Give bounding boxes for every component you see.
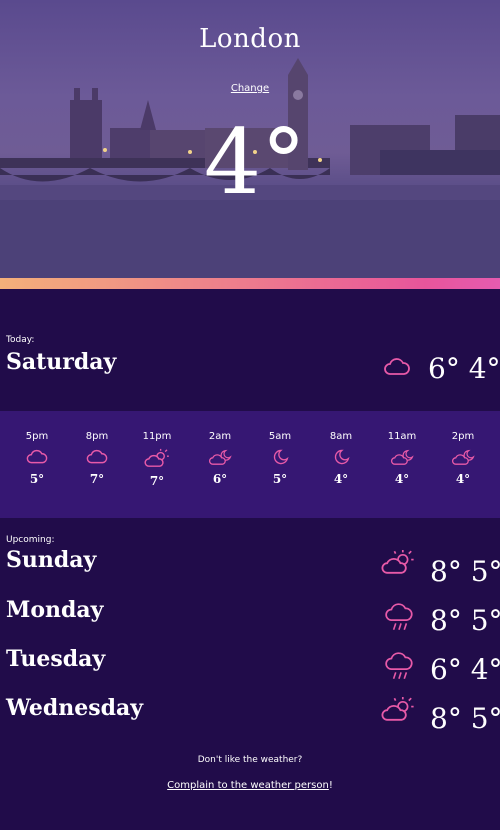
- hour-item: 5am 5°: [255, 431, 305, 486]
- hour-item: 5pm 5°: [12, 431, 62, 486]
- hour-temp: 4°: [455, 472, 471, 486]
- upcoming-day-tuesday: Tuesday: [6, 646, 106, 672]
- rain-cloud-icon: [385, 603, 413, 630]
- cloud-icon: [86, 449, 108, 464]
- partly-cloudy-sun-icon: [381, 550, 414, 574]
- accent-gradient-bar: [0, 278, 500, 289]
- footer-question: Don't like the weather?: [197, 755, 303, 765]
- hour-temp: 4°: [394, 472, 410, 486]
- upcoming-day-wednesday: Wednesday: [6, 695, 144, 721]
- rain-cloud-icon: [385, 652, 413, 679]
- hour-temp: 6°: [212, 472, 228, 486]
- upcoming-low: 5°: [470, 555, 500, 588]
- today-day: Saturday: [6, 349, 117, 375]
- today-temperatures: 6° 4°: [428, 352, 500, 385]
- today-label: Today:: [6, 335, 35, 345]
- hour-time: 11pm: [142, 431, 172, 442]
- hour-temp: 7°: [149, 474, 165, 488]
- hour-item: 11pm 7°: [132, 431, 182, 488]
- hour-time: 11am: [387, 431, 417, 442]
- footer-complaint: Complain to the weather person!: [0, 780, 500, 791]
- cloud-icon: [26, 449, 48, 464]
- upcoming-high: 8°: [430, 555, 462, 588]
- change-city-link[interactable]: Change: [0, 83, 500, 94]
- hour-temp: 5°: [29, 472, 45, 486]
- upcoming-day-monday: Monday: [6, 597, 104, 623]
- hour-time: 8pm: [85, 431, 109, 442]
- hour-time: 5am: [268, 431, 292, 442]
- current-temperature: 4°: [203, 110, 307, 215]
- today-low: 4°: [468, 352, 500, 385]
- hour-time: 5pm: [25, 431, 49, 442]
- partly-cloudy-moon-icon: [452, 449, 475, 465]
- upcoming-temps: 8° 5°: [430, 555, 500, 588]
- hour-time: 2am: [208, 431, 232, 442]
- hour-temp: 4°: [333, 472, 349, 486]
- hour-time: 2pm: [451, 431, 475, 442]
- moon-icon: [273, 449, 289, 465]
- upcoming-high: 8°: [430, 702, 462, 735]
- partly-cloudy-moon-icon: [209, 449, 232, 465]
- hero-banner: London Change 4°: [0, 0, 500, 278]
- upcoming-high: 6°: [430, 653, 462, 686]
- upcoming-high: 8°: [430, 604, 462, 637]
- hour-temp: 7°: [89, 472, 105, 486]
- hour-item: 2am 6°: [195, 431, 245, 486]
- partly-cloudy-moon-icon: [391, 449, 414, 465]
- upcoming-temps: 6° 4°: [430, 653, 500, 686]
- hour-item: 8am 4°: [316, 431, 366, 486]
- upcoming-low: 5°: [470, 702, 500, 735]
- cloud-icon: [382, 354, 412, 384]
- upcoming-day-sunday: Sunday: [6, 547, 97, 573]
- complain-suffix: !: [328, 780, 333, 791]
- partly-cloudy-sun-icon: [381, 697, 414, 721]
- partly-cloudy-sun-icon: [144, 448, 169, 467]
- complain-link[interactable]: Complain to the weather person: [167, 780, 329, 791]
- city-name: London: [199, 24, 301, 54]
- moon-icon: [334, 449, 350, 465]
- upcoming-label: Upcoming:: [6, 535, 55, 545]
- hourly-forecast: 5pm 5° 8pm 7° 11pm 7° 2am 6° 5am 5° 8am …: [0, 411, 500, 518]
- upcoming-low: 5°: [470, 604, 500, 637]
- hour-time: 8am: [329, 431, 353, 442]
- today-high: 6°: [428, 352, 460, 385]
- upcoming-low: 4°: [470, 653, 500, 686]
- hour-temp: 5°: [272, 472, 288, 486]
- upcoming-temps: 8° 5°: [430, 702, 500, 735]
- hour-item: 8pm 7°: [72, 431, 122, 486]
- hour-item: 2pm 4°: [438, 431, 488, 486]
- hour-item: 11am 4°: [377, 431, 427, 486]
- upcoming-temps: 8° 5°: [430, 604, 500, 637]
